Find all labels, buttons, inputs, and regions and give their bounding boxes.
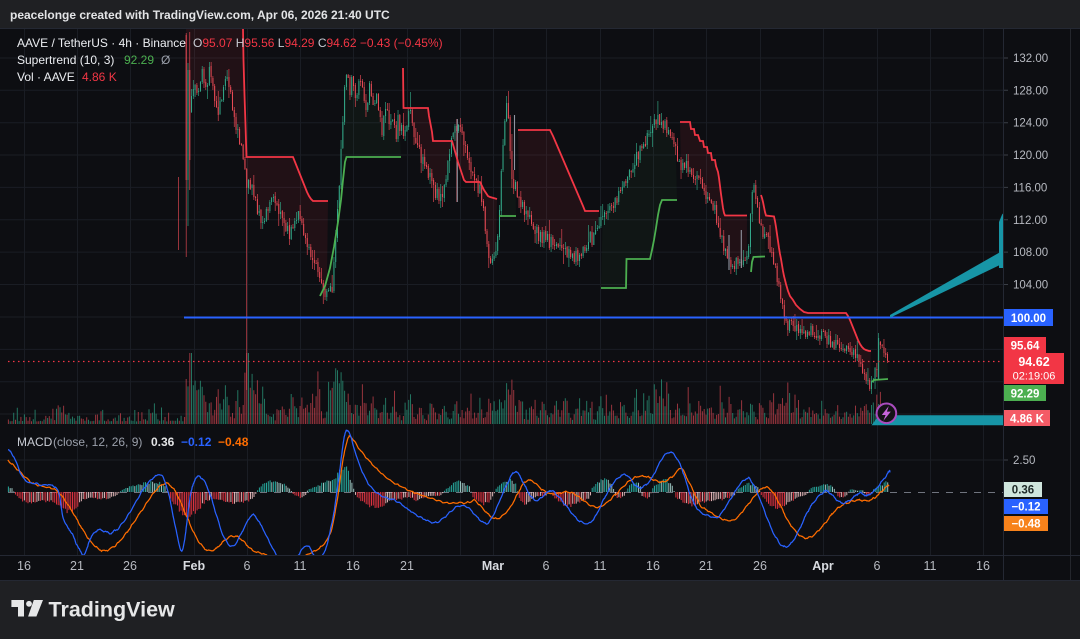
svg-text:104.00: 104.00 xyxy=(1013,280,1048,292)
svg-text:16: 16 xyxy=(346,559,360,573)
svg-text:Supertrend (10, 3): Supertrend (10, 3) xyxy=(17,53,114,67)
svg-text:MACD: MACD xyxy=(17,435,53,449)
svg-text:26: 26 xyxy=(123,559,137,573)
svg-text:124.00: 124.00 xyxy=(1013,118,1048,130)
svg-text:TradingView: TradingView xyxy=(49,598,176,622)
svg-text:−0.48: −0.48 xyxy=(218,435,249,449)
svg-text:11: 11 xyxy=(294,559,307,573)
svg-text:02:19:06: 02:19:06 xyxy=(1013,371,1056,383)
svg-text:O95.07 H95.56 L94.29 C94.62 −0: O95.07 H95.56 L94.29 C94.62 −0.43 (−0.45… xyxy=(193,36,443,50)
svg-text:21: 21 xyxy=(699,559,713,573)
svg-text:100.00: 100.00 xyxy=(1011,313,1046,325)
svg-text:112.00: 112.00 xyxy=(1013,215,1047,227)
svg-text:94.62: 94.62 xyxy=(1018,355,1049,369)
svg-text:128.00: 128.00 xyxy=(1013,85,1048,97)
svg-text:2.50: 2.50 xyxy=(1013,455,1035,467)
svg-text:26: 26 xyxy=(753,559,767,573)
svg-text:Vol · AAVE: Vol · AAVE xyxy=(17,70,75,84)
svg-text:11: 11 xyxy=(924,559,937,573)
svg-text:16: 16 xyxy=(646,559,660,573)
svg-text:0.36: 0.36 xyxy=(1012,485,1034,497)
svg-text:Ø: Ø xyxy=(161,53,170,67)
svg-text:132.00: 132.00 xyxy=(1013,53,1048,65)
svg-text:16: 16 xyxy=(17,559,31,573)
svg-text:Feb: Feb xyxy=(183,559,206,573)
svg-text:92.29: 92.29 xyxy=(1011,389,1040,401)
svg-text:108.00: 108.00 xyxy=(1013,247,1048,259)
svg-text:21: 21 xyxy=(70,559,84,573)
svg-text:0.36: 0.36 xyxy=(151,435,175,449)
svg-text:4.86 K: 4.86 K xyxy=(82,70,117,84)
svg-text:21: 21 xyxy=(400,559,414,573)
svg-text:Mar: Mar xyxy=(482,559,504,573)
svg-text:6: 6 xyxy=(543,559,550,573)
svg-text:95.64: 95.64 xyxy=(1011,341,1040,353)
svg-text:6: 6 xyxy=(244,559,251,573)
svg-text:92.29: 92.29 xyxy=(124,53,154,67)
svg-text:−0.48: −0.48 xyxy=(1011,519,1041,531)
svg-text:−0.12: −0.12 xyxy=(181,435,212,449)
svg-text:AAVE / TetherUS · 4h · Binance: AAVE / TetherUS · 4h · Binance xyxy=(17,36,186,50)
svg-text:−0.12: −0.12 xyxy=(1011,502,1040,514)
svg-text:16: 16 xyxy=(976,559,990,573)
svg-text:Apr: Apr xyxy=(812,559,834,573)
svg-text:11: 11 xyxy=(594,559,607,573)
svg-text:4.86 K: 4.86 K xyxy=(1010,414,1045,426)
svg-text:peacelonge created with Tradin: peacelonge created with TradingView.com,… xyxy=(10,8,390,22)
svg-text:120.00: 120.00 xyxy=(1013,150,1048,162)
svg-text:(close, 12, 26, 9): (close, 12, 26, 9) xyxy=(53,435,142,449)
svg-text:116.00: 116.00 xyxy=(1013,182,1047,194)
svg-text:6: 6 xyxy=(874,559,881,573)
